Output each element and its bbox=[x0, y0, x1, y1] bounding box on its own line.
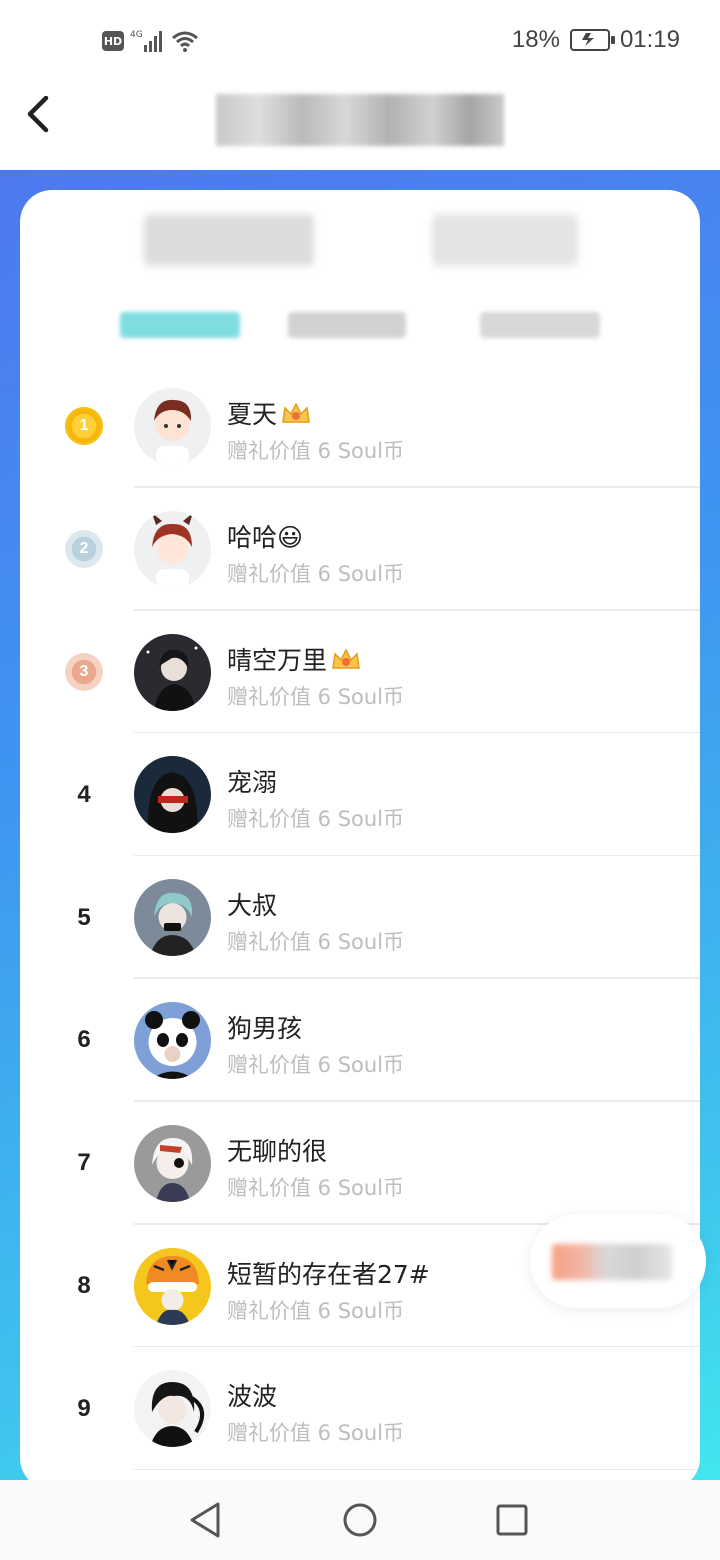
rank-number: 4 bbox=[77, 780, 91, 808]
square-recents-icon[interactable] bbox=[492, 1500, 532, 1540]
gift-value-text: 赠礼价值 6 Soul币 bbox=[227, 684, 405, 709]
user-name: 短暂的存在者27# bbox=[227, 1259, 430, 1289]
avatar[interactable] bbox=[134, 1370, 211, 1448]
signal-icon: 4G bbox=[130, 30, 162, 52]
user-name: 狗男孩 bbox=[227, 1013, 303, 1043]
wifi-icon bbox=[172, 31, 198, 52]
gold-medal-icon: 1 bbox=[65, 407, 103, 446]
tab-3-redacted[interactable] bbox=[480, 312, 600, 338]
divider bbox=[134, 1468, 700, 1471]
list-item[interactable]: 3 晴空万里 赠礼价值 6 Soul币 bbox=[20, 611, 700, 734]
gift-value-text: 赠礼价值 6 Soul币 bbox=[227, 807, 405, 832]
battery-percent: 18% bbox=[511, 26, 560, 53]
tab-2-redacted[interactable] bbox=[288, 312, 406, 338]
user-name: 无聊的很 bbox=[227, 1136, 328, 1166]
hd-badge: HD bbox=[102, 31, 124, 51]
status-bar: HD 4G 18% 01:19 bbox=[0, 0, 720, 86]
network-type: 4G bbox=[130, 30, 143, 40]
avatar[interactable] bbox=[134, 879, 211, 957]
status-right: 18% 01:19 bbox=[512, 26, 680, 54]
user-name: 宠溺 bbox=[227, 768, 278, 798]
gift-value-text: 赠礼价值 6 Soul币 bbox=[227, 1175, 405, 1200]
rank-number: 6 bbox=[77, 1026, 91, 1054]
list-item[interactable]: 1 夏天 赠礼价值 6 Soul币 bbox=[20, 365, 700, 488]
avatar[interactable] bbox=[134, 1124, 211, 1202]
page-title-redacted bbox=[216, 94, 504, 146]
floating-action-redacted[interactable] bbox=[530, 1214, 706, 1308]
rank-number: 8 bbox=[77, 1271, 91, 1299]
triangle-back-icon[interactable] bbox=[186, 1500, 226, 1540]
nav-bar bbox=[0, 86, 720, 170]
user-name: 晴空万里 bbox=[227, 645, 328, 675]
avatar[interactable] bbox=[134, 388, 211, 465]
user-name: 大叔 bbox=[227, 891, 278, 921]
avatar[interactable] bbox=[134, 633, 211, 711]
rank-number: 7 bbox=[77, 1149, 91, 1177]
back-button[interactable] bbox=[20, 95, 64, 140]
list-item[interactable]: 5 大叔 赠礼价值 6 Soul币 bbox=[20, 856, 700, 979]
bronze-medal-icon: 3 bbox=[65, 652, 103, 691]
gift-value-text: 赠礼价值 6 Soul币 bbox=[227, 439, 405, 463]
header-stat-redacted-2 bbox=[432, 214, 578, 266]
gift-value-text: 赠礼价值 6 Soul币 bbox=[227, 561, 405, 586]
user-name: 哈哈😃 bbox=[227, 522, 304, 552]
rank-number: 9 bbox=[77, 1394, 91, 1422]
list-item[interactable]: 9 波波 赠礼价值 6 Soul币 bbox=[20, 1347, 700, 1471]
tab-1-redacted[interactable] bbox=[120, 312, 240, 338]
crown-icon bbox=[332, 647, 360, 669]
list-item[interactable]: 7 无聊的很 赠礼价值 6 Soul币 bbox=[20, 1102, 700, 1225]
avatar[interactable] bbox=[134, 510, 211, 588]
list-item[interactable]: 6 狗男孩 赠礼价值 6 Soul币 bbox=[20, 979, 700, 1102]
crown-icon bbox=[282, 402, 310, 423]
status-left: HD 4G bbox=[102, 28, 200, 54]
clock: 01:19 bbox=[619, 26, 680, 53]
gift-value-text: 赠礼价值 6 Soul币 bbox=[227, 1298, 405, 1323]
gift-value-text: 赠礼价值 6 Soul币 bbox=[227, 930, 405, 955]
silver-medal-icon: 2 bbox=[65, 530, 103, 569]
rank-number: 5 bbox=[77, 903, 91, 931]
user-name: 波波 bbox=[227, 1382, 278, 1412]
chevron-left-icon bbox=[27, 95, 49, 133]
user-name: 夏天 bbox=[227, 400, 278, 429]
header-stat-redacted-1 bbox=[144, 214, 314, 266]
circle-home-icon[interactable] bbox=[340, 1500, 380, 1540]
avatar[interactable] bbox=[134, 1001, 211, 1079]
battery-charging-icon bbox=[569, 29, 615, 51]
gift-value-text: 赠礼价值 6 Soul币 bbox=[227, 1052, 405, 1077]
list-item[interactable]: 2 哈哈😃 赠礼价值 6 Soul币 bbox=[20, 488, 700, 611]
gift-value-text: 赠礼价值 6 Soul币 bbox=[227, 1421, 405, 1446]
system-nav-bar bbox=[0, 1480, 720, 1560]
avatar[interactable] bbox=[134, 756, 211, 834]
avatar[interactable] bbox=[134, 1247, 211, 1325]
list-item[interactable]: 4 宠溺 赠礼价值 6 Soul币 bbox=[20, 733, 700, 857]
